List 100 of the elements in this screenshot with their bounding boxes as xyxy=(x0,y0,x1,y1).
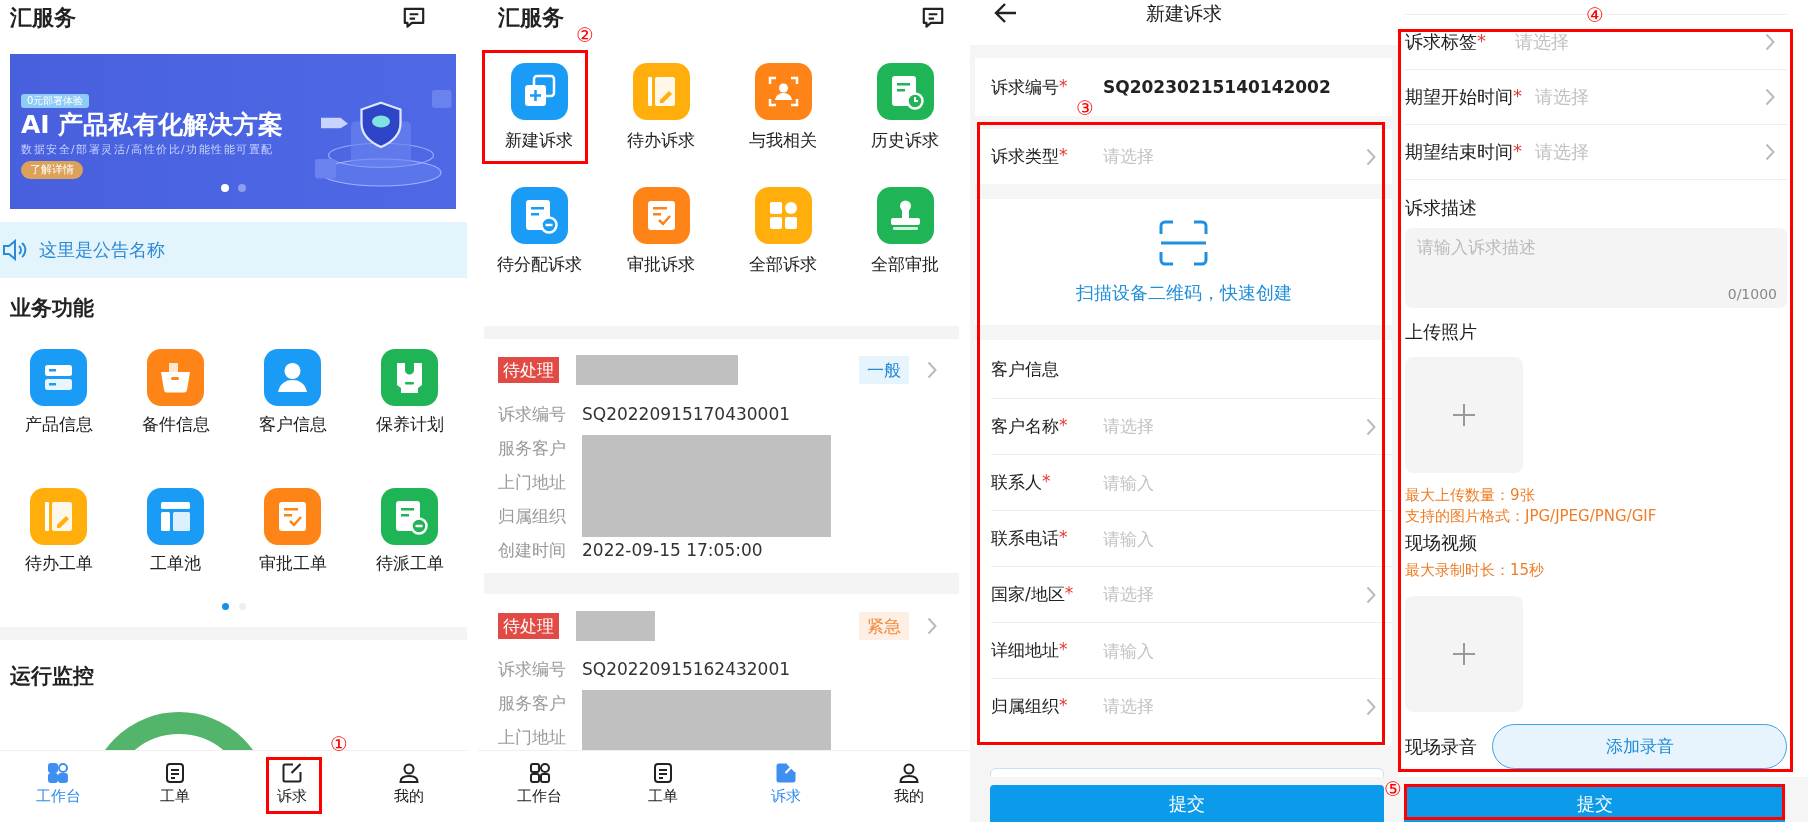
chevron-right-icon xyxy=(1366,147,1376,166)
nav-tab[interactable]: 工单 xyxy=(116,751,234,822)
input-field[interactable]: 请输入 xyxy=(1103,472,1376,493)
field-label: 上传照片 xyxy=(1405,320,1478,344)
notice-text: 这里是公告名称 xyxy=(39,238,165,262)
input-field[interactable]: 请输入 xyxy=(1103,640,1376,661)
character-count: 0/1000 xyxy=(1727,286,1777,302)
chevron-right-icon xyxy=(1765,143,1775,161)
shortcut-button[interactable]: 待办诉求 xyxy=(600,63,722,150)
scan-icon xyxy=(1159,220,1208,266)
chevron-right-icon xyxy=(1366,697,1376,716)
field-label: 现场视频 xyxy=(1405,531,1478,555)
nav-tab[interactable]: 诉求 xyxy=(724,751,847,822)
section-title: 客户信息 xyxy=(991,357,1059,381)
shortcut-button[interactable]: 保养计划 xyxy=(351,349,467,434)
required-mark: * xyxy=(1513,85,1522,108)
chevron-right-icon xyxy=(1765,33,1775,51)
chevron-right-icon xyxy=(1366,417,1376,436)
field-label: 现场录音 xyxy=(1405,734,1477,759)
field-label: 归属组织 xyxy=(991,695,1059,718)
step-number: ③ xyxy=(1076,97,1094,119)
grid-icon xyxy=(46,761,71,785)
app-title: 汇服务 xyxy=(498,5,564,31)
shortcut-button[interactable]: 全部审批 xyxy=(844,187,966,274)
field-label: 期望开始时间 xyxy=(1405,85,1513,109)
page-title: 新建诉求 xyxy=(1145,1,1223,26)
input-field[interactable]: 请输入 xyxy=(1103,528,1376,549)
priority-tag: 一般 xyxy=(859,356,909,384)
section-title: 运行监控 xyxy=(10,664,95,688)
shortcut-button[interactable]: 与我相关 xyxy=(722,63,844,150)
message-icon[interactable] xyxy=(401,5,427,31)
field-label: 详细地址 xyxy=(991,639,1059,662)
chevron-right-icon xyxy=(1765,88,1775,106)
shortcut-button[interactable]: 审批诉求 xyxy=(600,187,722,274)
shortcut-button[interactable]: 全部诉求 xyxy=(722,187,844,274)
promo-banner[interactable]: 0元部署体验 AI 产品私有化解决方案 数据安全/部署灵活/高性价比/功能性能可置配 了解详情 xyxy=(10,54,456,209)
priority-tag: 紧急 xyxy=(859,612,909,640)
shortcut-button[interactable]: 待分配诉求 xyxy=(478,187,600,274)
shortcut-button[interactable]: 新建诉求 xyxy=(478,63,600,150)
shortcut-button[interactable]: 审批工单 xyxy=(234,488,351,573)
shortcut-button[interactable]: 待派工单 xyxy=(351,488,467,573)
shortcut-button[interactable]: 历史诉求 xyxy=(844,63,966,150)
nav-tab[interactable]: 工单 xyxy=(601,751,724,822)
required-mark: * xyxy=(1059,75,1068,98)
banner-headline: AI 产品私有化解决方案 xyxy=(21,110,285,140)
step-number: ② xyxy=(576,24,594,46)
section-title: 业务功能 xyxy=(10,296,95,320)
nav-tab[interactable]: 我的 xyxy=(847,751,970,822)
field-label: 上门地址 xyxy=(498,471,567,494)
scan-button[interactable]: 扫描设备二维码，快速创建 xyxy=(975,199,1392,325)
carousel-dot[interactable] xyxy=(238,184,246,192)
chevron-right-icon xyxy=(927,361,937,379)
required-mark: * xyxy=(1059,527,1068,549)
field-value: SQ20230215140142002 xyxy=(1103,77,1331,97)
chevron-right-icon xyxy=(1366,585,1376,604)
field-label: 客户名称 xyxy=(991,415,1059,438)
shortcut-button[interactable]: 备件信息 xyxy=(117,349,234,434)
nav-tab[interactable]: 工作台 xyxy=(0,751,117,822)
field-label: 诉求标签 xyxy=(1405,30,1477,54)
shortcut-button[interactable]: 待办工单 xyxy=(0,488,117,573)
hint-text: 最大录制时长：15秒 xyxy=(1405,560,1546,581)
hint-text: 最大上传数量：9张 xyxy=(1405,485,1536,506)
required-mark: * xyxy=(1059,695,1068,717)
banner-subtitle: 数据安全/部署灵活/高性价比/功能性能可置配 xyxy=(21,142,275,156)
required-mark: * xyxy=(1042,471,1051,493)
field-value: SQ20220915170430001 xyxy=(582,403,792,426)
field-label: 诉求编号 xyxy=(498,658,567,681)
field-label: 诉求类型 xyxy=(991,145,1059,168)
back-icon[interactable] xyxy=(994,2,1018,24)
shortcut-button[interactable]: 客户信息 xyxy=(234,349,351,434)
shortcut-button[interactable]: 工单池 xyxy=(117,488,234,573)
field-label: 联系人 xyxy=(991,471,1042,494)
chevron-right-icon xyxy=(927,617,937,635)
step-number: ④ xyxy=(1586,4,1604,26)
nav-tab[interactable]: 我的 xyxy=(350,751,467,822)
required-mark: * xyxy=(1059,145,1068,167)
speaker-icon xyxy=(2,239,28,261)
shortcut-button[interactable]: 产品信息 xyxy=(0,349,117,434)
field-label: 联系电话 xyxy=(991,527,1059,550)
required-mark: * xyxy=(1477,30,1486,53)
nav-tab[interactable]: 工作台 xyxy=(478,751,601,822)
grid-icon xyxy=(527,761,552,785)
field-label: 诉求编号 xyxy=(991,75,1059,99)
field-label: 创建时间 xyxy=(498,539,567,562)
carousel-dot[interactable] xyxy=(221,184,229,192)
field-label: 归属组织 xyxy=(498,505,567,528)
field-label: 诉求描述 xyxy=(1405,196,1478,220)
message-icon[interactable] xyxy=(920,5,946,31)
hint-text: 支持的图片格式：JPG/JPEG/PNG/GIF xyxy=(1405,506,1658,527)
field-label: 上门地址 xyxy=(498,726,567,749)
required-mark: * xyxy=(1059,415,1068,437)
plus-icon xyxy=(1452,403,1476,427)
required-mark: * xyxy=(1513,140,1522,163)
status-tag: 待处理 xyxy=(498,613,559,639)
required-mark: * xyxy=(1064,583,1074,605)
page-dot[interactable] xyxy=(221,603,229,610)
app-title: 汇服务 xyxy=(10,5,76,31)
field-value: SQ20220915162432001 xyxy=(582,658,792,681)
highlight-box xyxy=(266,757,322,814)
field-label: 国家/地区 xyxy=(991,583,1065,606)
